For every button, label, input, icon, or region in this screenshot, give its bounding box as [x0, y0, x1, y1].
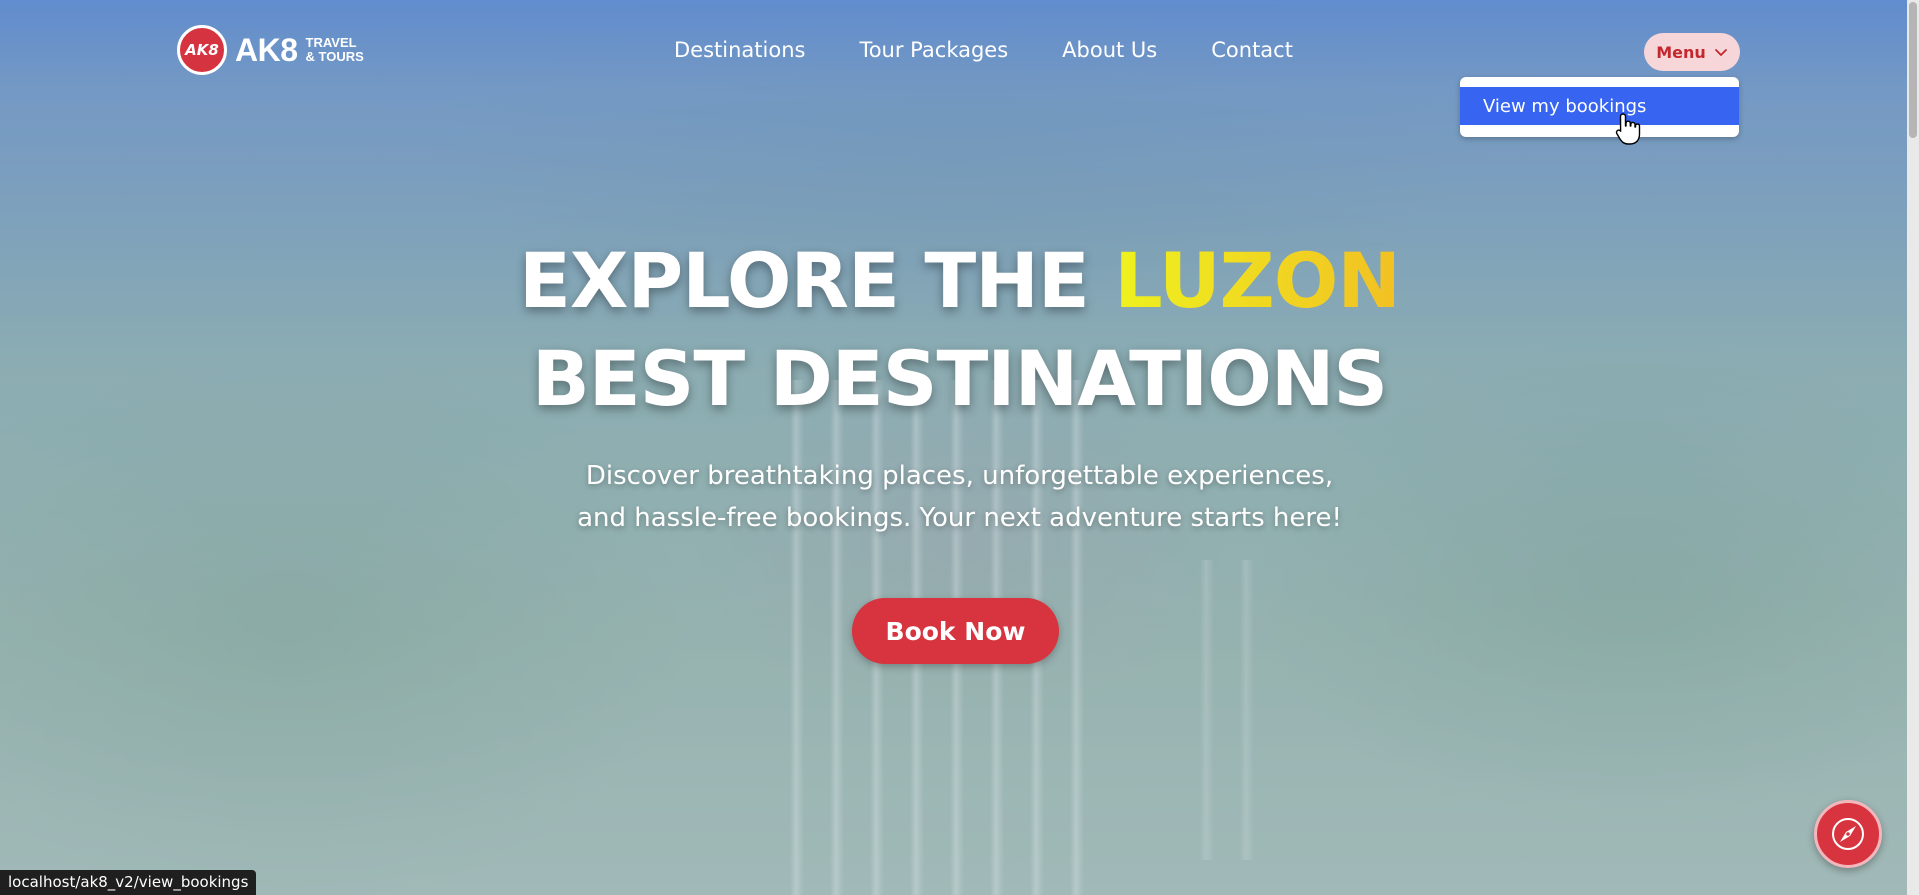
- page-scrollbar[interactable]: [1907, 0, 1919, 895]
- menu-dropdown: View my bookings: [1460, 77, 1739, 137]
- brand-logo[interactable]: AK8 AK8 TRAVEL & TOURS: [177, 25, 364, 75]
- main-nav: Destinations Tour Packages About Us Cont…: [674, 38, 1347, 62]
- dropdown-item-view-bookings[interactable]: View my bookings: [1460, 87, 1739, 125]
- brand-subtitle: TRAVEL & TOURS: [306, 36, 364, 64]
- book-now-label: Book Now: [885, 616, 1026, 646]
- floating-compass-button[interactable]: [1814, 800, 1882, 868]
- status-bar-url: localhost/ak8_v2/view_bookings: [8, 873, 249, 891]
- nav-link-destinations[interactable]: Destinations: [674, 38, 805, 62]
- compass-icon: [1832, 818, 1864, 850]
- link-preview-status-bar: localhost/ak8_v2/view_bookings: [0, 870, 257, 895]
- menu-button-label: Menu: [1656, 42, 1706, 62]
- hand-cursor-icon: [1615, 113, 1641, 145]
- hero-subtitle-line2: and hassle-free bookings. Your next adve…: [577, 503, 1342, 533]
- hero-subtitle-line1: Discover breathtaking places, unforgetta…: [585, 461, 1334, 491]
- chevron-down-icon: [1714, 49, 1727, 56]
- logo-badge-text: AK8: [185, 41, 219, 59]
- nav-link-tour-packages[interactable]: Tour Packages: [859, 38, 1008, 62]
- page: AK8 AK8 TRAVEL & TOURS Destinations Tour…: [0, 0, 1919, 895]
- scrollbar-thumb[interactable]: [1909, 2, 1917, 138]
- brand-name: AK8: [235, 31, 298, 68]
- hero-title-line1: EXPLORE THE LUZON: [0, 232, 1919, 330]
- menu-button[interactable]: Menu: [1644, 33, 1740, 71]
- nav-link-contact[interactable]: Contact: [1211, 38, 1293, 62]
- hero-title-accent: LUZON: [1114, 236, 1401, 325]
- nav-link-about-us[interactable]: About Us: [1062, 38, 1157, 62]
- logo-badge: AK8: [177, 25, 227, 75]
- brand-sub-line1: TRAVEL: [305, 35, 357, 50]
- brand-sub-line2: & TOURS: [305, 49, 364, 64]
- hero-title: EXPLORE THE LUZON BEST DESTINATIONS: [0, 232, 1919, 428]
- hero-subtitle: Discover breathtaking places, unforgetta…: [0, 455, 1919, 539]
- hero-title-part1: EXPLORE THE: [518, 236, 1115, 325]
- book-now-button[interactable]: Book Now: [852, 598, 1059, 664]
- hero-title-line2: BEST DESTINATIONS: [531, 334, 1388, 423]
